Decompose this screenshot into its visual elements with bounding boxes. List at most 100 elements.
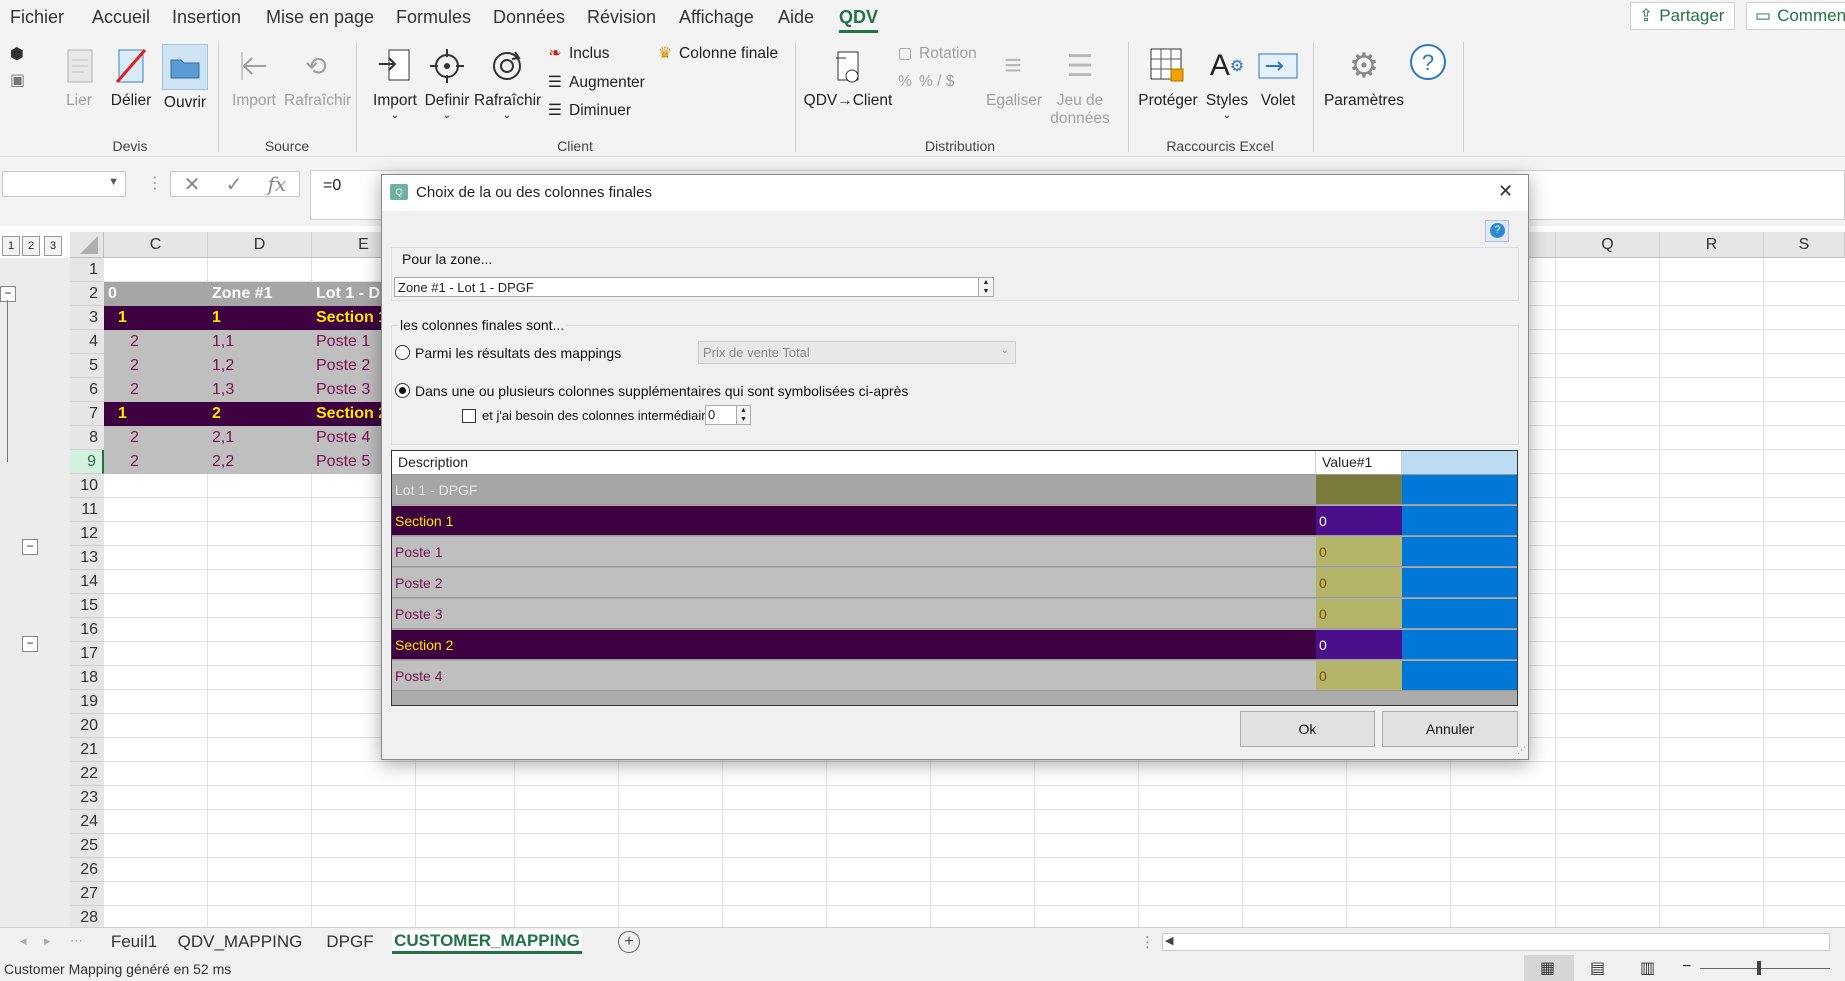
row-header[interactable]: 9 [70,450,104,474]
grid-cell-value[interactable]: 0 [1316,661,1402,691]
column-header-s[interactable]: S [1764,232,1845,258]
column-header-q[interactable]: Q [1556,232,1660,258]
grid-row[interactable]: Poste 1 0 [392,537,1517,568]
columns-grid[interactable]: Description Value#1 Lot 1 - DPGF Section… [391,450,1518,706]
row-header[interactable]: 10 [70,474,104,498]
source-import-button[interactable]: Import [226,44,282,110]
mapping-select[interactable]: Prix de vente Total ⌄ [698,341,1016,364]
menu-revision[interactable]: Révision [587,7,656,28]
grid-row[interactable]: Poste 2 0 [392,568,1517,599]
close-icon[interactable]: ✕ [1498,181,1513,202]
prev-sheet-icon[interactable]: ◂ [20,933,27,949]
row-header[interactable]: 3 [70,306,104,330]
cell-e8[interactable]: Poste 4 [312,426,382,450]
percent-dollar-button[interactable]: % % / $ [896,73,954,91]
zone-spinner-icon[interactable]: ▲ ▼ [978,278,993,296]
menu-mise-en-page[interactable]: Mise en page [266,7,374,28]
grid-row[interactable]: Section 1 0 [392,506,1517,537]
grid-cell-description[interactable]: Poste 2 [392,568,1316,598]
row-header[interactable]: 7 [70,402,104,426]
image-icon[interactable]: ▣ [10,70,25,90]
grid-cell-description[interactable]: Section 2 [392,630,1316,660]
zoom-out-icon[interactable]: − [1682,958,1691,976]
qdv-client-button[interactable]: QDV→Client [803,44,893,110]
cell-e5[interactable]: Poste 2 [312,354,382,378]
menu-insertion[interactable]: Insertion [172,7,241,28]
page-layout-view-icon[interactable]: ▤ [1590,958,1605,978]
grid-row[interactable]: Lot 1 - DPGF [392,475,1517,506]
outline-level-1[interactable]: 1 [2,236,20,256]
menu-formules[interactable]: Formules [396,7,471,28]
cell-e3[interactable]: Section 1 [312,306,382,330]
row-header[interactable]: 1 [70,258,104,282]
cell-c5[interactable]: 2 [104,354,208,378]
radio-colonnes-supplementaires[interactable] [395,383,410,398]
cell-e7[interactable]: Section 2 [312,402,382,426]
row-header[interactable]: 23 [70,786,104,810]
grid-cell-extra[interactable] [1402,661,1517,691]
grid-header-value1[interactable]: Value#1 [1316,451,1402,475]
row-header[interactable]: 4 [70,330,104,354]
row-header[interactable]: 14 [70,570,104,594]
horizontal-scrollbar[interactable]: ◀ [1162,933,1830,951]
cell-d6[interactable]: 1,3 [208,378,312,402]
resize-grip-icon[interactable]: ⋰ [1517,745,1526,756]
zone-select[interactable]: Zone #1 - Lot 1 - DPGF ▲ ▼ [394,277,994,297]
styles-button[interactable]: A ⚙ Styles ⌄ [1204,44,1250,121]
colonne-finale-button[interactable]: ♛ Colonne finale [656,44,778,63]
zoom-slider-thumb[interactable] [1757,961,1761,975]
grid-cell-description[interactable]: Lot 1 - DPGF [392,475,1316,505]
row-header[interactable]: 21 [70,738,104,762]
cancel-button[interactable]: Annuler [1382,711,1518,747]
ouvrir-button[interactable]: Ouvrir [160,44,210,112]
menu-fichier[interactable]: Fichier [10,7,64,28]
cell-d3[interactable]: 1 [208,306,312,330]
comments-button[interactable]: ▭ Commen [1746,2,1845,30]
scroll-left-icon[interactable]: ◀ [1165,934,1173,947]
row-header[interactable]: 8 [70,426,104,450]
cell-c2[interactable]: 0 [104,282,208,306]
grid-cell-description[interactable]: Section 1 [392,506,1316,536]
row-header[interactable]: 27 [70,882,104,906]
tab-customer-mapping[interactable]: CUSTOMER_MAPPING [392,930,582,954]
row-header[interactable]: 11 [70,498,104,522]
cell-c7[interactable]: 1 [104,402,208,426]
cell-e9[interactable]: Poste 5 [312,450,382,474]
row-header[interactable]: 25 [70,834,104,858]
cube-icon[interactable]: ⬢ [10,44,24,64]
row-header[interactable]: 20 [70,714,104,738]
ok-button[interactable]: Ok [1240,711,1375,747]
grid-header-extra[interactable] [1402,451,1517,475]
cell-c9[interactable]: 2 [104,450,208,474]
outline-level-2[interactable]: 2 [22,236,40,256]
select-all-button[interactable] [70,232,104,258]
intermediate-count-spinner[interactable]: 0 ▲ ▼ [705,405,751,425]
normal-view-button[interactable]: ▦ [1524,955,1574,981]
column-header-c[interactable]: C [104,232,208,258]
row-header[interactable]: 12 [70,522,104,546]
grid-header-description[interactable]: Description [392,451,1316,475]
row-header[interactable]: 22 [70,762,104,786]
grid-cell-extra[interactable] [1402,568,1517,598]
menu-accueil[interactable]: Accueil [92,7,150,28]
menu-affichage[interactable]: Affichage [679,7,754,28]
rotation-button[interactable]: ▢ Rotation [896,44,977,63]
cell-e4[interactable]: Poste 1 [312,330,382,354]
tab-feuil1[interactable]: Feuil1 [100,930,168,954]
menu-donnees[interactable]: Données [493,7,565,28]
tab-splitter-icon[interactable]: ⋮ [1140,933,1155,951]
grid-cell-value[interactable]: 0 [1316,568,1402,598]
name-box[interactable]: ▼ [2,171,126,197]
cell-c3[interactable]: 1 [104,306,208,330]
grid-cell-extra[interactable] [1402,475,1517,505]
grid-cell-description[interactable]: Poste 1 [392,537,1316,567]
menu-qdv[interactable]: QDV [839,7,879,33]
jeu-de-donnees-button[interactable]: ☰ Jeu de données [1042,44,1118,128]
row-header[interactable]: 19 [70,690,104,714]
client-refresh-button[interactable]: Rafraîchir ⌄ [474,44,541,121]
volet-button[interactable]: Volet [1254,44,1302,110]
collapse-section1-button[interactable]: − [22,539,38,555]
cell-d8[interactable]: 2,1 [208,426,312,450]
cancel-entry-icon[interactable]: ✕ [184,172,201,197]
delier-button[interactable]: Délier [106,44,156,110]
